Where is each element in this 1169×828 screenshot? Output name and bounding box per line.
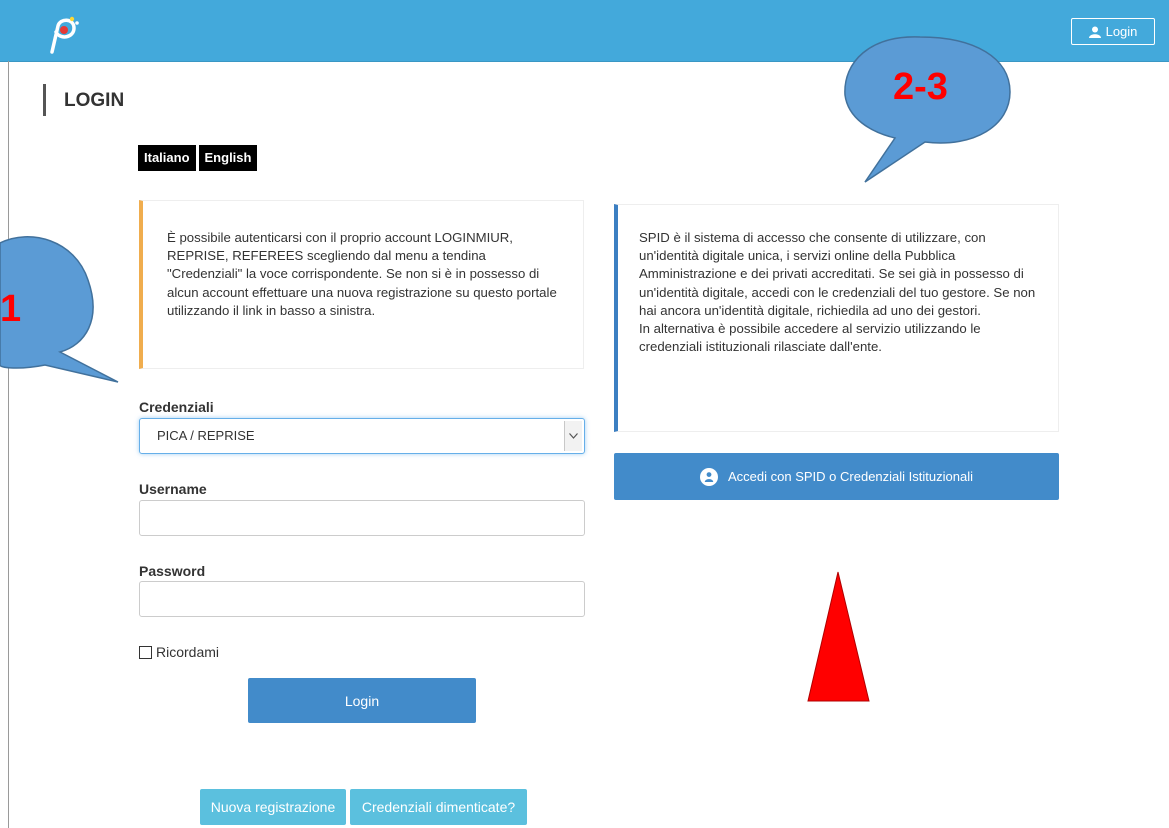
language-switcher: Italiano English (138, 145, 258, 171)
credentials-selected-value: PICA / REPRISE (157, 428, 255, 443)
user-icon (1088, 26, 1101, 38)
app-logo-icon (50, 16, 79, 54)
spid-button-label: Accedi con SPID o Credenziali Istituzion… (728, 469, 973, 484)
username-label: Username (139, 481, 207, 497)
spid-user-icon (700, 467, 719, 486)
remember-checkbox[interactable] (139, 646, 152, 659)
page-title: LOGIN (43, 84, 124, 116)
chevron-down-icon[interactable] (564, 421, 582, 451)
callout-2-label: 2-3 (893, 66, 948, 108)
spid-login-button[interactable]: Accedi con SPID o Credenziali Istituzion… (614, 453, 1059, 500)
header-login-button[interactable]: Login (1071, 18, 1155, 45)
username-input[interactable] (139, 500, 585, 536)
credentials-label: Credenziali (139, 399, 214, 415)
top-navbar: Login (0, 0, 1169, 62)
left-border (8, 61, 9, 828)
header-login-label: Login (1105, 24, 1138, 39)
spid-info-panel: SPID è il sistema di accesso che consent… (614, 204, 1059, 432)
login-info-panel: È possibile autenticarsi con il proprio … (139, 200, 584, 369)
login-button[interactable]: Login (248, 678, 476, 723)
red-arrow-shape (807, 571, 870, 702)
lang-italiano-button[interactable]: Italiano (138, 145, 196, 171)
login-info-text: È possibile autenticarsi con il proprio … (167, 230, 557, 318)
register-button[interactable]: Nuova registrazione (200, 789, 346, 825)
password-input[interactable] (139, 581, 585, 617)
forgot-credentials-button[interactable]: Credenziali dimenticate? (350, 789, 527, 825)
spid-info-text: SPID è il sistema di accesso che consent… (639, 230, 1036, 318)
login-button-label: Login (344, 692, 380, 709)
lang-english-button[interactable]: English (198, 145, 258, 171)
spid-alt-text: In alternativa è possibile accedere al s… (639, 321, 981, 355)
register-button-label: Nuova registrazione (210, 799, 336, 815)
credentials-select[interactable]: PICA / REPRISE (139, 418, 585, 454)
remember-label: Ricordami (156, 644, 220, 660)
callout-1-label: 1 (0, 288, 22, 330)
password-label: Password (139, 563, 206, 579)
forgot-credentials-label: Credenziali dimenticate? (361, 799, 516, 815)
